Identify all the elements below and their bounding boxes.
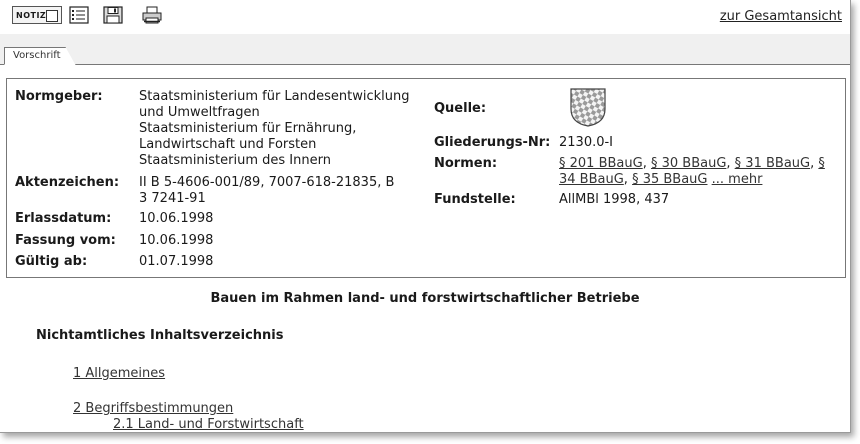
normgeber-line: Staatsministerium des Innern: [139, 153, 331, 168]
normgeber-label: Normgeber:: [15, 89, 103, 104]
normen-value: § 201 BBauG, § 30 BBauG, § 31 BBauG, § 3…: [559, 156, 825, 187]
metadata-panel: Normgeber: Staatsministerium für Landese…: [6, 78, 846, 278]
gliederung-value: 2130.0-I: [559, 135, 614, 150]
normgeber-line: und Umweltfragen: [139, 105, 260, 120]
normen-link[interactable]: § 35 BBauG: [632, 172, 707, 187]
toc-link[interactable]: 2 Begriffsbestimmungen: [73, 401, 233, 416]
normen-more-link[interactable]: ... mehr: [712, 172, 763, 187]
window-frame: NOTIZ zur Gesamtansicht Vorschrift Normg…: [0, 0, 851, 433]
tab-strip: Vorschrift: [0, 34, 850, 65]
aktenzeichen-line: 3 7241-91: [139, 191, 206, 206]
tab-vorschrift[interactable]: Vorschrift: [4, 47, 76, 65]
document-title: Bauen im Rahmen land- und forstwirtschaf…: [210, 291, 640, 306]
notiz-checkbox-icon: [46, 10, 58, 22]
list-icon[interactable]: [68, 6, 90, 24]
toc-link[interactable]: 1 Allgemeines: [73, 366, 165, 381]
normen-label: Normen:: [434, 156, 498, 171]
erlassdatum-value: 10.06.1998: [139, 211, 214, 226]
fassung-value: 10.06.1998: [139, 233, 214, 248]
gliederung-label: Gliederungs-Nr:: [434, 135, 551, 150]
normgeber-value: Staatsministerium für Landesentwicklung …: [139, 89, 410, 169]
notiz-label: NOTIZ: [16, 10, 47, 20]
normen-link[interactable]: § 30 BBauG: [651, 156, 726, 171]
erlassdatum-label: Erlassdatum:: [15, 211, 112, 226]
aktenzeichen-line: II B 5-4606-001/89, 7007-618-21835, B: [139, 175, 395, 190]
gueltig-label: Gültig ab:: [15, 254, 88, 269]
bavarian-coat-of-arms-icon: [569, 87, 607, 131]
notiz-button[interactable]: NOTIZ: [12, 6, 62, 24]
normgeber-line: Staatsministerium für Landesentwicklung: [139, 89, 410, 104]
quelle-label: Quelle:: [434, 101, 487, 116]
toc-heading: Nichtamtliches Inhaltsverzeichnis: [36, 328, 284, 343]
printer-icon[interactable]: [140, 6, 164, 24]
gesamtansicht-link[interactable]: zur Gesamtansicht: [720, 9, 842, 24]
save-disk-icon[interactable]: [102, 6, 124, 24]
fundstelle-label: Fundstelle:: [434, 192, 516, 207]
fundstelle-value: AllMBl 1998, 437: [559, 192, 670, 207]
normen-link[interactable]: § 31 BBauG: [735, 156, 810, 171]
aktenzeichen-value: II B 5-4606-001/89, 7007-618-21835, B 3 …: [139, 175, 394, 207]
aktenzeichen-label: Aktenzeichen:: [15, 175, 120, 190]
normgeber-line: Landwirtschaft und Forsten: [139, 137, 317, 152]
fassung-label: Fassung vom:: [15, 233, 116, 248]
gueltig-value: 01.07.1998: [139, 254, 214, 269]
normgeber-line: Staatsministerium für Ernährung,: [139, 121, 357, 136]
toolbar: NOTIZ zur Gesamtansicht: [0, 0, 850, 35]
toc-link[interactable]: 2.1 Land- und Forstwirtschaft: [113, 417, 304, 432]
normen-link[interactable]: § 201 BBauG: [559, 156, 643, 171]
